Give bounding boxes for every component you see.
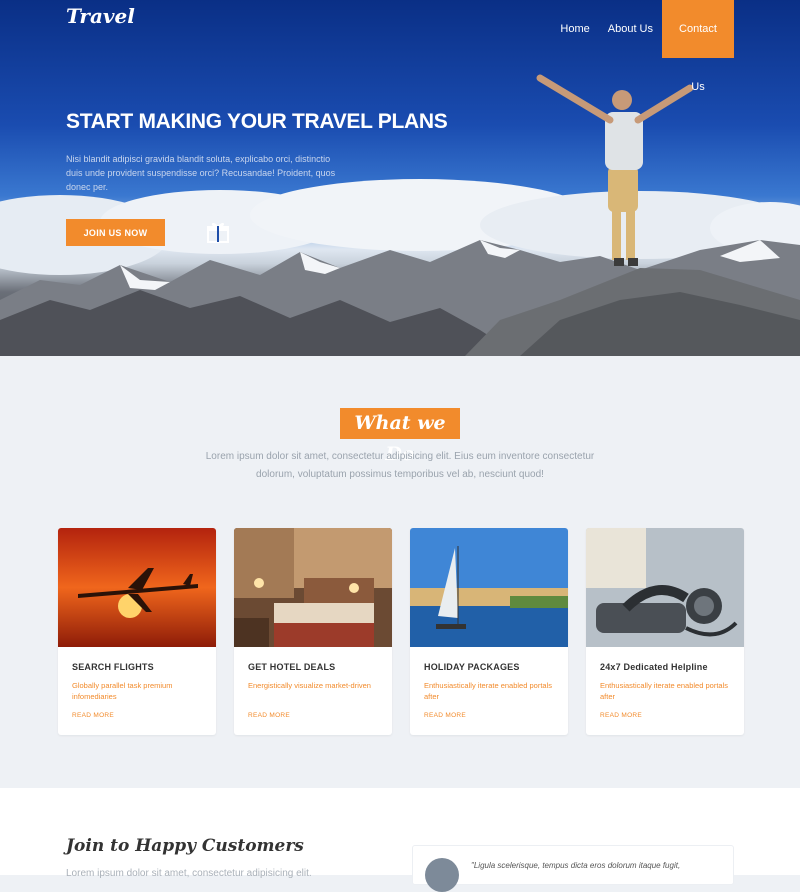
avatar (425, 858, 459, 892)
testimonials-section: Join to Happy Customers Lorem ipsum dolo… (0, 788, 800, 892)
read-more-link[interactable]: READ MORE (600, 712, 642, 719)
card-title: 24x7 Dedicated Helpline (600, 662, 708, 672)
hotel-room-image (234, 528, 392, 647)
service-card-helpline[interactable]: 24x7 Dedicated Helpline Enthusiastically… (586, 528, 744, 735)
card-description: Enthusiastically iterate enabled portals… (424, 681, 552, 701)
gift-icon[interactable] (206, 221, 230, 243)
hero-description: Nisi blandit adipisci gravida blandit so… (66, 154, 336, 192)
airplane-sunset-image (58, 528, 216, 647)
read-more-link[interactable]: READ MORE (72, 712, 114, 719)
telephone-headset-image (586, 528, 744, 647)
card-description: Energistically visualize market-driven (248, 681, 371, 690)
testimonial-card: "Ligula scelerisque, tempus dicta eros d… (412, 845, 734, 892)
service-card-holiday[interactable]: HOLIDAY PACKAGES Enthusiastically iterat… (410, 528, 568, 735)
read-more-link[interactable]: READ MORE (424, 712, 466, 719)
card-description: Enthusiastically iterate enabled portals… (600, 681, 728, 701)
hero-title: START MAKING YOUR TRAVEL PLANS (66, 110, 448, 133)
service-card-hotel[interactable]: GET HOTEL DEALS Energistically visualize… (234, 528, 392, 735)
nav-link-contact-us[interactable]: Contact Us (662, 0, 734, 93)
service-card-flights[interactable]: SEARCH FLIGHTS Globally parallel task pr… (58, 528, 216, 735)
section-title-what-we-do: What we Do (340, 408, 460, 465)
testimonial-quote: "Ligula scelerisque, tempus dicta eros d… (471, 861, 681, 870)
nav-links: Home About Us Contact Us (551, 0, 734, 93)
card-title: GET HOTEL DEALS (248, 662, 336, 672)
testimonials-title: Join to Happy Customers (66, 836, 304, 856)
hero-content: START MAKING YOUR TRAVEL PLANS Nisi blan… (66, 110, 466, 194)
hero-section: Travel Home About Us Contact Us START MA… (0, 0, 800, 356)
nav-link-home[interactable]: Home (551, 0, 598, 58)
join-us-now-button[interactable]: JOIN US NOW (66, 219, 165, 246)
testimonials-text: Lorem ipsum dolor sit amet, consectetur … (66, 868, 312, 879)
card-title: SEARCH FLIGHTS (72, 662, 154, 672)
card-description: Globally parallel task premium infomedia… (72, 681, 173, 701)
sailboat-image (410, 528, 568, 647)
card-title: HOLIDAY PACKAGES (424, 662, 520, 672)
read-more-link[interactable]: READ MORE (248, 712, 290, 719)
top-navbar: Travel Home About Us Contact Us (0, 0, 800, 93)
nav-link-about-us[interactable]: About Us (599, 0, 662, 58)
brand-logo[interactable]: Travel (66, 4, 135, 28)
service-cards: SEARCH FLIGHTS Globally parallel task pr… (58, 528, 744, 735)
section-subtitle: Lorem ipsum dolor sit amet, consectetur … (205, 451, 595, 480)
